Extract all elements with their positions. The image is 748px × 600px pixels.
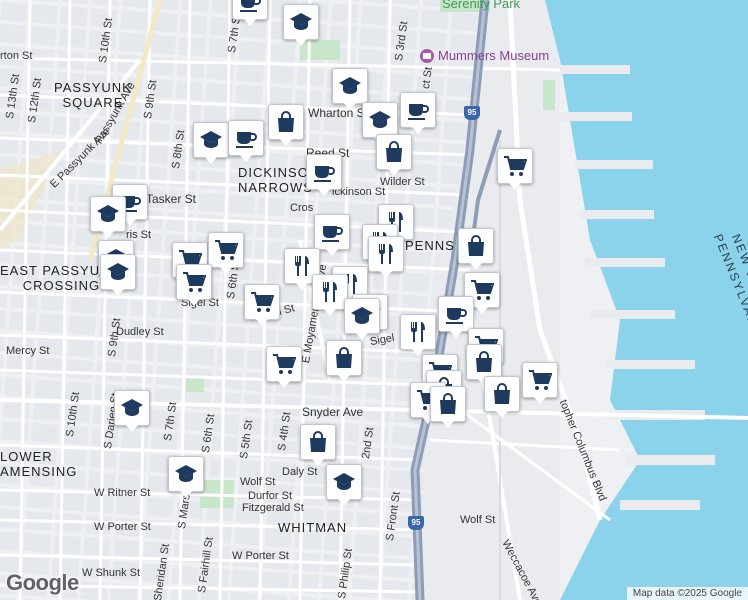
school-icon (369, 111, 391, 128)
shopping-bag-icon (476, 351, 492, 372)
shopping-bag-marker[interactable] (430, 386, 466, 428)
restaurant-marker[interactable] (400, 314, 436, 356)
i95-shield: 95 (464, 106, 480, 120)
i95-shield: 95 (408, 516, 424, 530)
shopping-cart-marker[interactable] (208, 232, 244, 274)
shopping-cart-marker[interactable] (266, 346, 302, 388)
school-icon (333, 473, 355, 490)
school-marker[interactable] (100, 254, 136, 296)
shopping-cart-marker[interactable] (176, 264, 212, 306)
shopping-cart-marker[interactable] (522, 362, 558, 404)
shopping-cart-icon (529, 370, 552, 390)
shopping-bag-marker[interactable] (466, 344, 502, 386)
school-icon (200, 131, 222, 148)
school-icon (351, 307, 373, 324)
school-icon (175, 465, 197, 482)
school-marker[interactable] (114, 390, 150, 432)
school-icon (290, 13, 312, 30)
shopping-bag-icon (386, 141, 402, 162)
coffee-marker[interactable] (306, 154, 342, 196)
shopping-bag-icon (336, 347, 352, 368)
shopping-bag-marker[interactable] (300, 424, 336, 466)
coffee-icon (322, 226, 343, 242)
shopping-cart-icon (183, 272, 206, 292)
school-marker[interactable] (326, 464, 362, 506)
fork-knife-icon (295, 256, 309, 276)
fork-knife-icon (323, 282, 337, 302)
shopping-bag-icon (468, 235, 484, 256)
fork-knife-icon (411, 322, 425, 342)
school-marker[interactable] (332, 68, 368, 110)
school-marker[interactable] (168, 456, 204, 498)
restaurant-marker[interactable] (312, 274, 348, 316)
school-icon (97, 205, 119, 222)
school-marker[interactable] (90, 196, 126, 238)
coffee-icon (408, 104, 429, 120)
shopping-cart-icon (273, 354, 296, 374)
school-marker[interactable] (362, 102, 398, 144)
restaurant-marker[interactable] (368, 236, 404, 278)
school-icon (107, 263, 129, 280)
school-marker[interactable] (344, 298, 380, 340)
google-logo: Google (6, 570, 79, 595)
coffee-marker[interactable] (438, 296, 474, 338)
school-icon (339, 77, 361, 94)
map-attribution[interactable]: Map data ©2025 Google (626, 587, 748, 600)
shopping-bag-marker[interactable] (326, 340, 362, 382)
shopping-bag-icon (278, 111, 294, 132)
coffee-icon (236, 132, 257, 148)
shopping-cart-icon (504, 156, 527, 176)
shopping-bag-icon (494, 383, 510, 404)
shopping-bag-marker[interactable] (376, 134, 412, 176)
school-icon (121, 399, 143, 416)
coffee-icon (240, 0, 261, 12)
shopping-bag-icon (310, 431, 326, 452)
map-canvas[interactable]: PASSYUNK SQUARE DICKINSON NARROWS EAST PAS… (0, 0, 748, 600)
coffee-marker[interactable] (400, 92, 436, 134)
shopping-cart-marker[interactable] (497, 148, 533, 190)
shopping-cart-icon (251, 292, 274, 312)
coffee-marker[interactable] (314, 214, 350, 256)
shopping-bag-marker[interactable] (484, 376, 520, 418)
school-marker[interactable] (193, 122, 229, 164)
coffee-marker[interactable] (232, 0, 268, 26)
school-marker[interactable] (283, 4, 319, 46)
shopping-cart-marker[interactable] (244, 284, 280, 326)
shopping-bag-marker[interactable] (268, 104, 304, 146)
fork-knife-icon (379, 244, 393, 264)
coffee-icon (314, 166, 335, 182)
shopping-bag-icon (440, 393, 456, 414)
coffee-icon (446, 308, 467, 324)
coffee-marker[interactable] (228, 120, 264, 162)
shopping-bag-marker[interactable] (458, 228, 494, 270)
shopping-cart-icon (215, 240, 238, 260)
